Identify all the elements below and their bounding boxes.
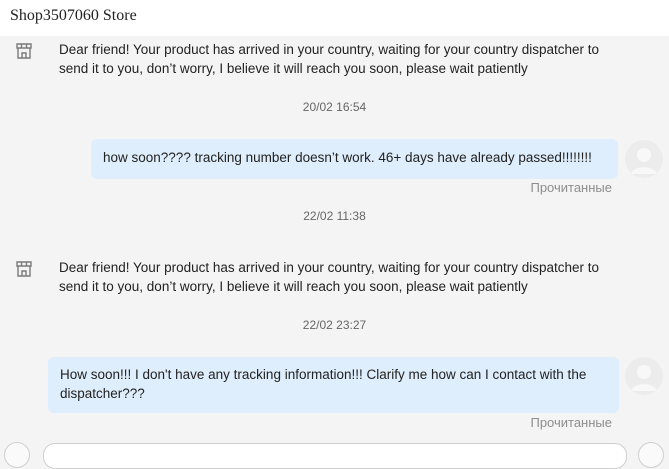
attach-button[interactable] xyxy=(638,442,664,468)
user-message-text: how soon???? tracking number doesn’t wor… xyxy=(103,150,592,165)
user-message-text: How soon!!! I don't have any tracking in… xyxy=(60,367,587,401)
user-message-bubble: how soon???? tracking number doesn’t wor… xyxy=(91,139,618,179)
user-avatar-icon[interactable] xyxy=(625,140,663,178)
read-status: Прочитанные xyxy=(530,415,612,430)
shop-name-title: Shop3507060 Store xyxy=(10,7,137,24)
shop-message-text: Dear friend! Your product has arrived in… xyxy=(59,260,600,294)
message-input[interactable] xyxy=(43,443,627,469)
chat-header: Shop3507060 Store xyxy=(0,0,669,36)
store-icon xyxy=(15,42,33,60)
emoji-button[interactable] xyxy=(4,442,30,468)
user-message-bubble: How soon!!! I don't have any tracking in… xyxy=(48,357,619,413)
message-timestamp: 22/02 11:38 xyxy=(303,209,366,223)
message-timestamp: 22/02 23:27 xyxy=(302,318,367,332)
read-status: Прочитанные xyxy=(530,180,612,195)
store-icon xyxy=(15,260,33,278)
shop-message-text: Dear friend! Your product has arrived in… xyxy=(59,42,600,76)
message-timestamp: 20/02 16:54 xyxy=(302,100,367,114)
user-avatar-icon[interactable] xyxy=(625,357,663,395)
